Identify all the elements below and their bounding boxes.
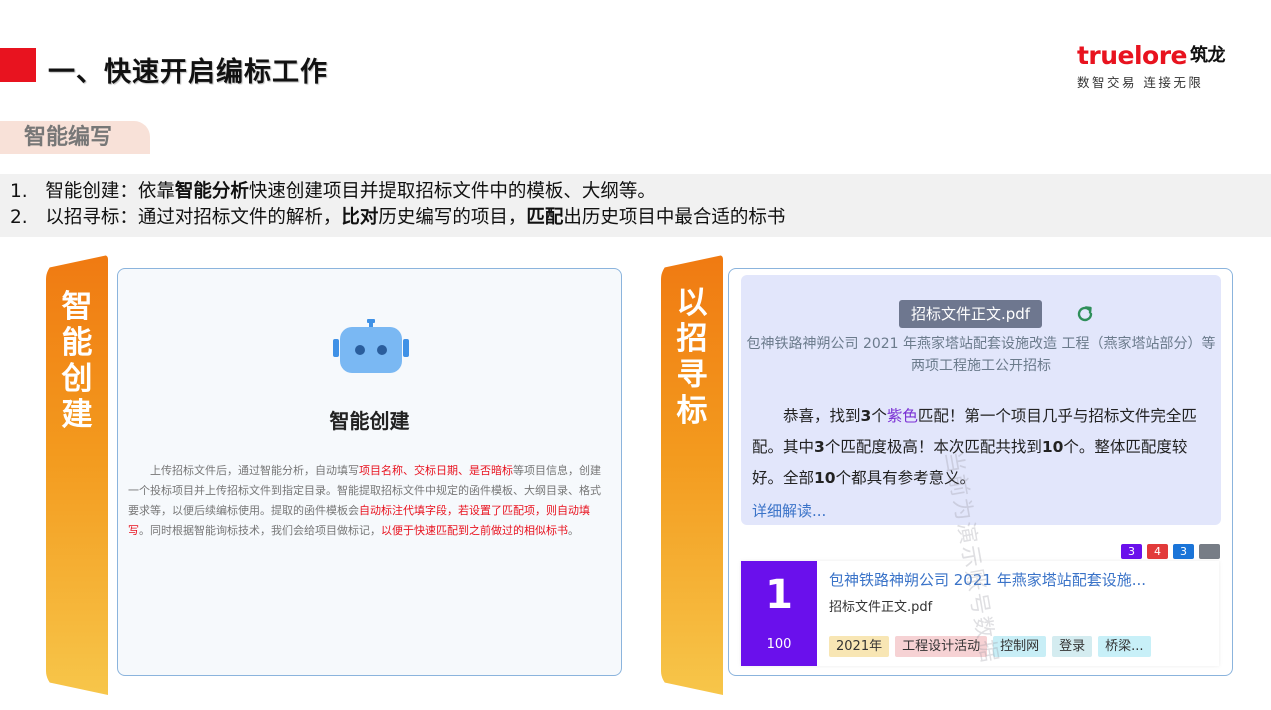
tag-control-network: 控制网: [993, 636, 1047, 657]
logo-slogan: 数智交易 连接无限: [1076, 75, 1204, 90]
match-result-text: 恭喜，找到3个紫色匹配！第一个项目几乎与招标文件完全匹配。其中3个匹配度极高！本…: [752, 407, 1197, 487]
logo-cn: 筑龙: [1190, 45, 1226, 66]
count-badge-red: 4: [1147, 544, 1168, 559]
bid-search-card: 招标文件正文.pdf 包神铁路神朔公司 2021 年燕家塔站配套设施改造 工程（…: [728, 268, 1233, 676]
smart-create-card: 智能创建 上传招标文件后，通过智能分析，自动填写项目名称、交标日期、是否暗标等项…: [117, 268, 622, 676]
logo-wordmark: truelore: [1076, 41, 1188, 70]
intro-line-2: 2. 以招寻标：通过对招标文件的解析，比对历史编写的项目，匹配出历史项目中最合适…: [10, 207, 786, 228]
refresh-icon[interactable]: [1074, 303, 1096, 325]
result-file-name: 招标文件正文.pdf: [829, 600, 933, 615]
tag-design: 工程设计活动: [895, 636, 988, 657]
result-title[interactable]: 包神铁路神朔公司 2021 年燕家塔站配套设施...: [829, 569, 1146, 590]
rank-number: 1: [765, 572, 793, 618]
tag-bridge: 桥梁...: [1098, 636, 1151, 657]
match-score: 100: [766, 637, 792, 652]
intro-panel: 1. 智能创建：依靠智能分析快速创建项目并提取招标文件中的模板、大纲等。 2. …: [0, 174, 1271, 237]
page-title: 一、快速开启编标工作: [48, 57, 328, 88]
count-badge-purple: 3: [1121, 544, 1142, 559]
intro-line-1: 1. 智能创建：依靠智能分析快速创建项目并提取招标文件中的模板、大纲等。: [10, 181, 656, 202]
smart-create-title: 智能创建: [329, 409, 410, 433]
section-tag: 智能编写: [0, 121, 150, 154]
tender-file-chip[interactable]: 招标文件正文.pdf: [899, 300, 1043, 328]
rank-block: 1 100: [741, 561, 817, 666]
match-summary-panel: 招标文件正文.pdf 包神铁路神朔公司 2021 年燕家塔站配套设施改造 工程（…: [741, 275, 1221, 525]
tag-year: 2021年: [829, 636, 890, 657]
detail-read-link[interactable]: 详细解读...: [752, 500, 826, 521]
match-counts: 3 4 3: [1121, 544, 1220, 559]
smart-create-description: 上传招标文件后，通过智能分析，自动填写项目名称、交标日期、是否暗标等项目信息，创…: [128, 464, 601, 537]
count-badge-blue: 3: [1173, 544, 1194, 559]
project-name: 包神铁路神朔公司 2021 年燕家塔站配套设施改造 工程（燕家塔站部分）等两项工…: [746, 336, 1216, 374]
tag-login: 登录: [1052, 636, 1093, 657]
brand-logo: truelore 筑龙 数智交易 连接无限: [1076, 41, 1226, 91]
result-item[interactable]: 1 100 包神铁路神朔公司 2021 年燕家塔站配套设施... 招标文件正文.…: [741, 561, 1219, 666]
result-tags: 2021年 工程设计活动 控制网 登录 桥梁...: [829, 636, 1151, 657]
title-accent-bar: [0, 48, 36, 82]
banner-bid-search: 以 招 寻 标: [661, 255, 723, 695]
banner-smart-create: 智 能 创 建: [46, 255, 108, 695]
count-badge-gray: [1199, 544, 1220, 559]
robot-icon: [333, 319, 409, 373]
